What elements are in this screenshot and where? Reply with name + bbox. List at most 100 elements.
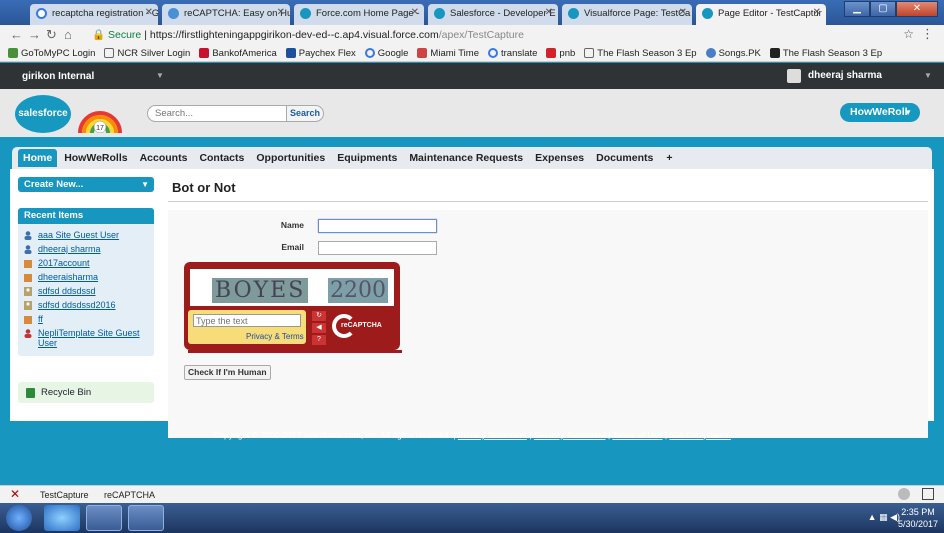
browser-tab-force-home[interactable]: Force.com Home Page - ✕ (294, 4, 424, 25)
chrome-menu-icon[interactable]: ⋮ (921, 26, 934, 42)
search-button[interactable]: Search (286, 105, 324, 122)
close-icon[interactable]: ✕ (813, 7, 821, 18)
notepad-icon[interactable] (128, 505, 164, 531)
minimize-button[interactable]: ▁ (844, 1, 870, 17)
play-icon (769, 48, 780, 58)
tab-expenses[interactable]: Expenses (530, 149, 589, 167)
recent-item[interactable]: aaa Site Guest User (18, 228, 154, 242)
browser-tab-strip: recaptcha registration - G ✕ reCAPTCHA: E… (0, 0, 944, 25)
captcha-privacy-link[interactable]: Privacy & Terms (246, 332, 304, 341)
bookmark-flash-2[interactable]: The Flash Season 3 Ep (769, 48, 882, 59)
window-icon[interactable] (922, 488, 934, 500)
home-icon[interactable]: ⌂ (64, 27, 72, 42)
close-window-button[interactable]: ✕ (896, 1, 938, 17)
tab-equipments[interactable]: Equipments (332, 149, 402, 167)
recent-item[interactable]: NepliTemplate Site Guest User (18, 326, 154, 350)
browser-tab-page-editor[interactable]: Page Editor - TestCaptur ✕ (696, 4, 826, 25)
page-title: Bot or Not (168, 177, 928, 202)
close-icon[interactable]: ✕ (679, 7, 687, 18)
tab-maintenance-requests[interactable]: Maintenance Requests (404, 149, 528, 167)
tab-howwerolls[interactable]: HowWeRolls (59, 149, 132, 167)
create-new-button[interactable]: Create New... ▼ (18, 177, 154, 192)
audio-icon[interactable]: ◀ (312, 323, 326, 333)
maximize-button[interactable]: ▢ (870, 1, 896, 17)
browser-tab-visualforce[interactable]: Visualforce Page: TestCa ✕ (562, 4, 692, 25)
sf-topbar: girikon Internal ▼ dheeraj sharma ▼ (0, 63, 944, 89)
chrome-icon[interactable] (86, 505, 122, 531)
captcha-response-input[interactable] (193, 314, 301, 327)
chevron-down-icon[interactable]: ▼ (924, 71, 932, 80)
bookmark-translate[interactable]: translate (487, 48, 537, 59)
browser-tab-sf-developer[interactable]: Salesforce - Developer E ✕ (428, 4, 558, 25)
bookmark-gotomypc[interactable]: GoToMyPC Login (8, 48, 95, 59)
tab-opportunities[interactable]: Opportunities (251, 149, 330, 167)
bookmark-bankofamerica[interactable]: BankofAmerica (199, 48, 277, 59)
salesforce-cloud-icon (702, 8, 713, 19)
bookmark-paychex[interactable]: Paychex Flex (285, 48, 356, 59)
508-compliance-link[interactable]: 508 Compliance (669, 430, 730, 440)
bookmark-songspk[interactable]: Songs.PK (705, 48, 761, 59)
url-field[interactable]: 🔒 Secure | https://firstlighteningappgir… (92, 27, 892, 43)
reload-icon[interactable]: ↻ (46, 27, 57, 43)
user-menu[interactable]: dheeraj sharma (808, 70, 882, 81)
bookmark-star-icon[interactable]: ☆ (903, 27, 914, 41)
system-tray-icons[interactable]: ▲ ▦ ◀) (868, 512, 900, 523)
org-name[interactable]: girikon Internal (22, 71, 94, 82)
bookmark-pnb[interactable]: pnb (546, 48, 575, 59)
clock-icon[interactable] (898, 488, 910, 500)
bookmark-google[interactable]: Google (364, 48, 408, 59)
download-item[interactable]: TestCapture (40, 490, 89, 500)
reload-icon[interactable]: ↻ (312, 311, 326, 321)
user-icon (24, 245, 32, 254)
tab-contacts[interactable]: Contacts (194, 149, 249, 167)
close-icon[interactable]: ✕ (10, 487, 20, 501)
recent-item[interactable]: dheeraj sharma (18, 242, 154, 256)
close-icon[interactable]: ✕ (145, 7, 153, 18)
close-icon[interactable]: ✕ (277, 7, 285, 18)
tab-all-tabs[interactable]: + (660, 152, 678, 164)
page-icon (584, 48, 595, 58)
user-icon (24, 329, 32, 338)
download-item[interactable]: reCAPTCHA (104, 490, 155, 500)
recent-item[interactable]: sdfsd ddsdssd (18, 284, 154, 298)
back-icon[interactable]: ← (10, 27, 23, 42)
recent-item[interactable]: 2017account (18, 256, 154, 270)
check-human-button[interactable]: Check If I'm Human (184, 365, 271, 380)
system-clock[interactable]: 2:35 PM 5/30/2017 (898, 506, 938, 530)
recent-item[interactable]: dheeraisharma (18, 270, 154, 284)
recycle-bin-link[interactable]: Recycle Bin (18, 382, 154, 403)
app-menu-button[interactable]: HowWeRoll ▼ (840, 103, 920, 122)
captcha-image: BOYES 2200 (190, 269, 394, 306)
close-icon[interactable]: ✕ (411, 7, 419, 18)
tab-home[interactable]: Home (18, 149, 58, 167)
recent-item[interactable]: sdfsd ddsdssd2016 (18, 298, 154, 312)
privacy-statement-link[interactable]: Privacy Statement (458, 430, 527, 440)
browser-tab-recaptcha-registration[interactable]: recaptcha registration - G ✕ (30, 4, 158, 25)
salesforce-logo[interactable]: salesforce (15, 95, 71, 133)
search-input[interactable] (147, 105, 287, 122)
recent-items-panel: Recent Items aaa Site Guest User dheeraj… (18, 208, 154, 356)
browser-tab-recaptcha-easy[interactable]: reCAPTCHA: Easy on Hum ✕ (162, 4, 290, 25)
close-icon[interactable]: ✕ (545, 7, 553, 18)
secure-label: Secure (108, 29, 142, 41)
user-avatar[interactable] (787, 69, 801, 83)
name-input[interactable] (318, 219, 437, 233)
copyright-text: Copyright © 2000-2017 salesforce.com, in… (213, 430, 456, 440)
recent-item[interactable]: ff (18, 312, 154, 326)
captcha-controls: ↻ ◀ ? (312, 311, 327, 347)
email-input[interactable] (318, 241, 437, 255)
bookmark-miami-time[interactable]: Miami Time (417, 48, 479, 59)
bookmark-flash-1[interactable]: The Flash Season 3 Ep (584, 48, 697, 59)
tab-documents[interactable]: Documents (591, 149, 658, 167)
security-statement-link[interactable]: Security Statement (534, 430, 606, 440)
page-icon (104, 48, 115, 58)
chevron-down-icon[interactable]: ▼ (156, 71, 164, 80)
help-icon[interactable]: ? (312, 335, 326, 345)
start-button[interactable] (6, 505, 32, 531)
lock-icon: 🔒 (92, 29, 106, 41)
ie-icon[interactable] (44, 505, 80, 531)
bookmark-ncr-silver[interactable]: NCR Silver Login (104, 48, 190, 59)
forward-icon[interactable]: → (28, 27, 41, 42)
tab-accounts[interactable]: Accounts (135, 149, 193, 167)
terms-of-use-link[interactable]: Terms of Use (612, 430, 662, 440)
